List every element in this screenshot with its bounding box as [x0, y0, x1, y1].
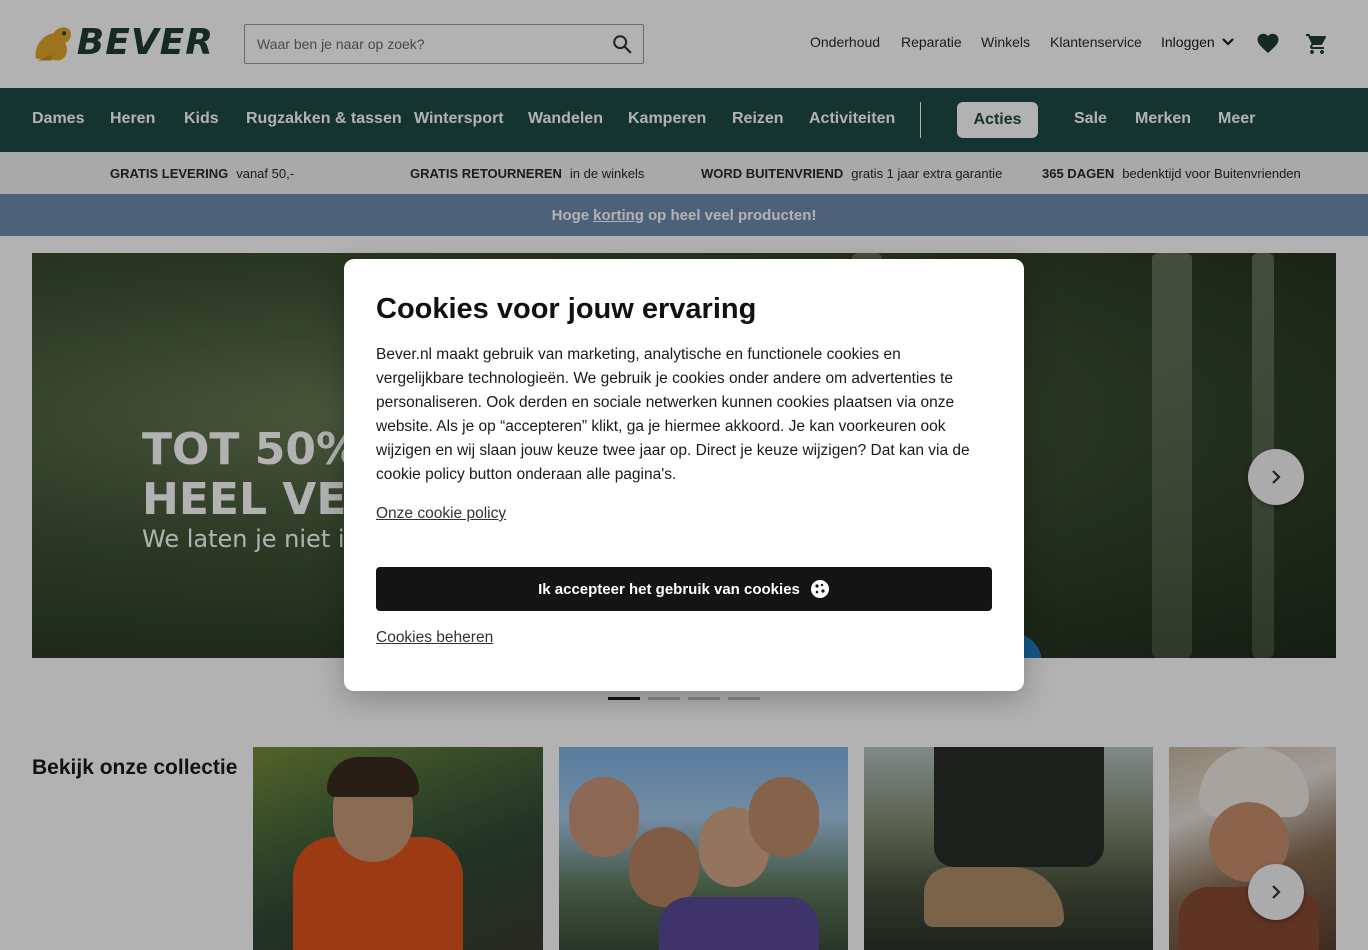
cookie-policy-link[interactable]: Onze cookie policy: [376, 505, 506, 523]
manage-cookies-link[interactable]: Cookies beheren: [376, 629, 493, 647]
cookie-modal-title: Cookies voor jouw ervaring: [376, 293, 757, 325]
cookie-modal-body: Bever.nl maakt gebruik van marketing, an…: [376, 346, 970, 483]
cookie-modal: Cookies voor jouw ervaring Bever.nl maak…: [344, 259, 1024, 691]
accept-cookies-button[interactable]: Ik accepteer het gebruik van cookies: [376, 567, 992, 611]
cookie-icon: [810, 580, 829, 598]
accept-cookies-label: Ik accepteer het gebruik van cookies: [538, 580, 800, 598]
